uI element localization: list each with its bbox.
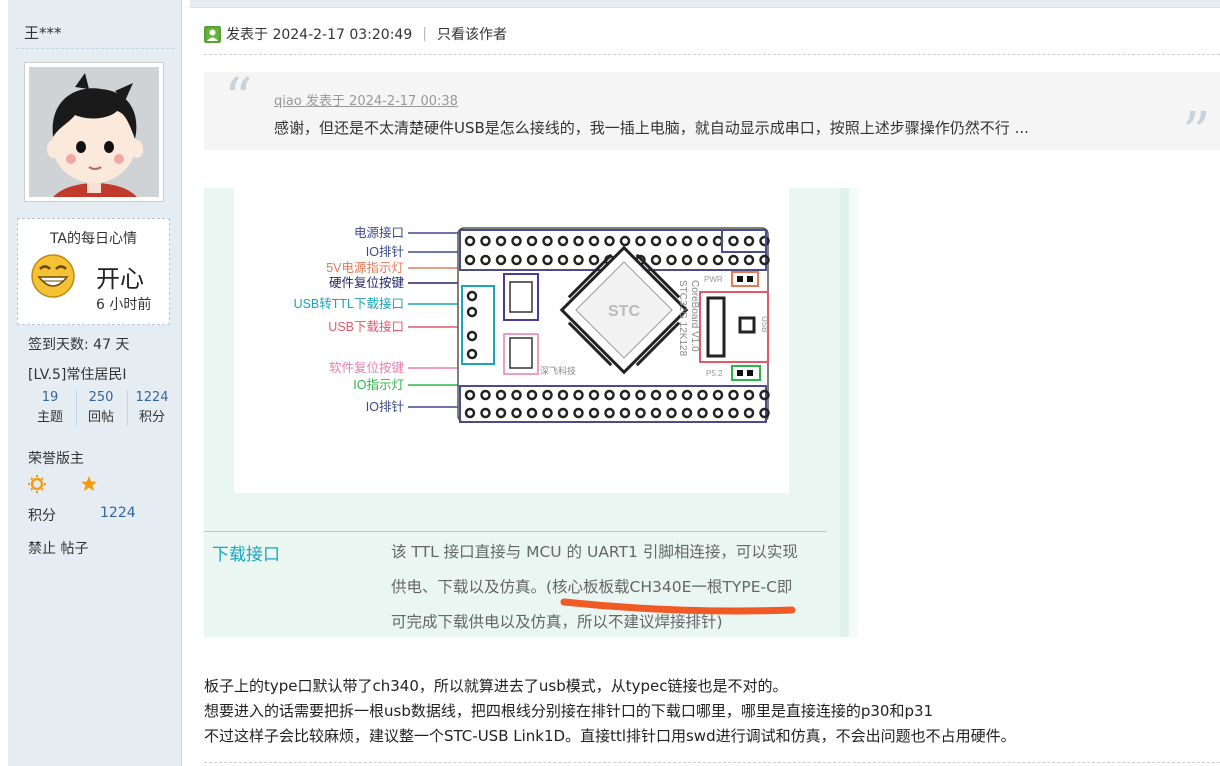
download-desc-line: 该 TTL 接口直接与 MCU 的 UART1 引脚相连接，可以实现 — [391, 543, 798, 561]
board-model-text: STC32G 12K128 — [677, 280, 688, 357]
p52-text: P5.2 — [706, 369, 723, 378]
attached-image[interactable]: 电源接口 IO排针 5V电源指示灯 硬件复位按键 USB转TTL下载接口 USB下载接口软… — [204, 188, 858, 637]
board-diagram-panel: 电源接口 IO排针 5V电源指示灯 硬件复位按键 USB转TTL下载接口 USB下载接口软… — [234, 188, 789, 493]
honor-title: 荣誉版主 — [28, 451, 84, 467]
moon-icon — [58, 477, 65, 491]
close-quote-icon: ” — [1182, 101, 1211, 166]
avatar-image — [29, 67, 159, 197]
core-board-diagram: 电源接口IO排针5V电源指示灯硬件复位按键USB转TTL下载接口USB下载接口软… — [294, 225, 770, 423]
board-core-text: CoreBoard V1.0 — [689, 280, 700, 352]
stat-label: 积分 — [138, 410, 165, 425]
stat-value: 250 — [88, 390, 114, 405]
post-header: 发表于 2024-2-17 03:20:49 | 只看该作者 — [204, 24, 507, 44]
decorative-stripe — [840, 188, 848, 637]
board-label: 软件复位按键 — [329, 360, 405, 375]
board-label: IO排针 — [366, 244, 404, 259]
stat-threads[interactable]: 19 主题 — [26, 388, 74, 428]
username-link[interactable]: 王*** — [24, 22, 62, 43]
decorative-stripe — [850, 188, 858, 637]
quote-text: 感谢，但还是不太清楚硬件USB是怎么接线的，我一插上电脑，就自动显示成串口，按照… — [274, 119, 1029, 137]
divider — [16, 48, 174, 49]
stat-value: 1224 — [135, 390, 169, 405]
board-label: IO排针 — [366, 399, 404, 414]
divider — [204, 54, 1220, 55]
quote-block: “ qiao 发表于 2024-2-17 00:38 感谢，但还是不太清楚硬件U… — [204, 67, 1220, 162]
points-value: 1224 — [100, 505, 136, 521]
post-time: 发表于 2024-2-17 03:20:49 — [226, 27, 413, 43]
medal-row[interactable] — [28, 474, 108, 494]
divider — [204, 531, 826, 532]
user-stats: 19 主题 250 回帖 1224 积分 — [26, 388, 176, 428]
board-label: IO指示灯 — [353, 377, 404, 392]
post-line: 想要进入的话需要把拆一根usb数据线，把四根线分别接在排针口的下载口哪里，哪里是… — [204, 702, 934, 720]
board-label: USB下载接口 — [328, 319, 404, 334]
board-label: 硬件复位按键 — [329, 275, 405, 290]
divider — [204, 762, 1220, 763]
download-port-title: 下载接口 — [212, 545, 280, 565]
stat-label: 回帖 — [87, 410, 114, 425]
ban-posts-link[interactable]: 禁止 帖子 — [28, 538, 88, 558]
stat-points[interactable]: 1224 积分 — [128, 388, 176, 428]
top-strip — [190, 0, 1220, 8]
only-author-link[interactable]: 只看该作者 — [437, 24, 507, 44]
stat-replies[interactable]: 250 回帖 — [77, 388, 125, 428]
download-desc-line: 可完成下载供电以及仿真，所以不建议焊接排针) — [391, 613, 723, 631]
stat-label: 主题 — [36, 410, 63, 425]
grin-face-icon — [30, 253, 76, 299]
post-line: 不过这样子会比较麻烦，建议整一个STC-USB Link1D。直接ttl排针口用… — [204, 727, 1016, 745]
brand-text: STC — [608, 303, 640, 320]
maker-text: 深飞科技 — [540, 365, 576, 376]
mood-title: TA的每日心情 — [49, 231, 138, 247]
usb-text: USB — [760, 316, 769, 332]
download-desc-line: 供电、下载以及仿真。(核心板板载CH340E一根TYPE-C即 — [391, 578, 793, 596]
board-label: 电源接口 — [354, 225, 404, 240]
checkin-days: 签到天数: 47 天 — [28, 337, 130, 353]
points-label: 积分 — [28, 508, 56, 524]
pwr-text: PWR — [704, 275, 723, 284]
online-user-icon — [204, 25, 221, 43]
stat-value: 19 — [41, 390, 59, 405]
star-icon — [81, 476, 97, 491]
user-level[interactable]: [LV.5]常住居民I — [28, 364, 126, 384]
board-label: 5V电源指示灯 — [326, 260, 404, 275]
board-label: USB转TTL下载接口 — [294, 296, 404, 311]
mood-value: 开心 — [96, 265, 144, 293]
quote-author-link[interactable]: qiao 发表于 2024-2-17 00:38 — [274, 90, 458, 109]
separator: | — [422, 26, 427, 42]
sun-icon — [28, 475, 46, 493]
daily-mood-box: TA的每日心情 开心 6 小时前 — [17, 218, 170, 325]
user-info-panel: 王*** TA的每日心情 开心 6 小时前 签到天数: 47 天 [LV.5]常… — [8, 0, 182, 766]
avatar[interactable] — [24, 62, 164, 202]
post-body: 板子上的type口默认带了ch340，所以就算进去了usb模式，从typec链接… — [204, 674, 1016, 749]
post-line: 板子上的type口默认带了ch340，所以就算进去了usb模式，从typec链接… — [204, 677, 788, 695]
mood-time: 6 小时前 — [96, 297, 152, 313]
open-quote-icon: “ — [224, 67, 253, 132]
